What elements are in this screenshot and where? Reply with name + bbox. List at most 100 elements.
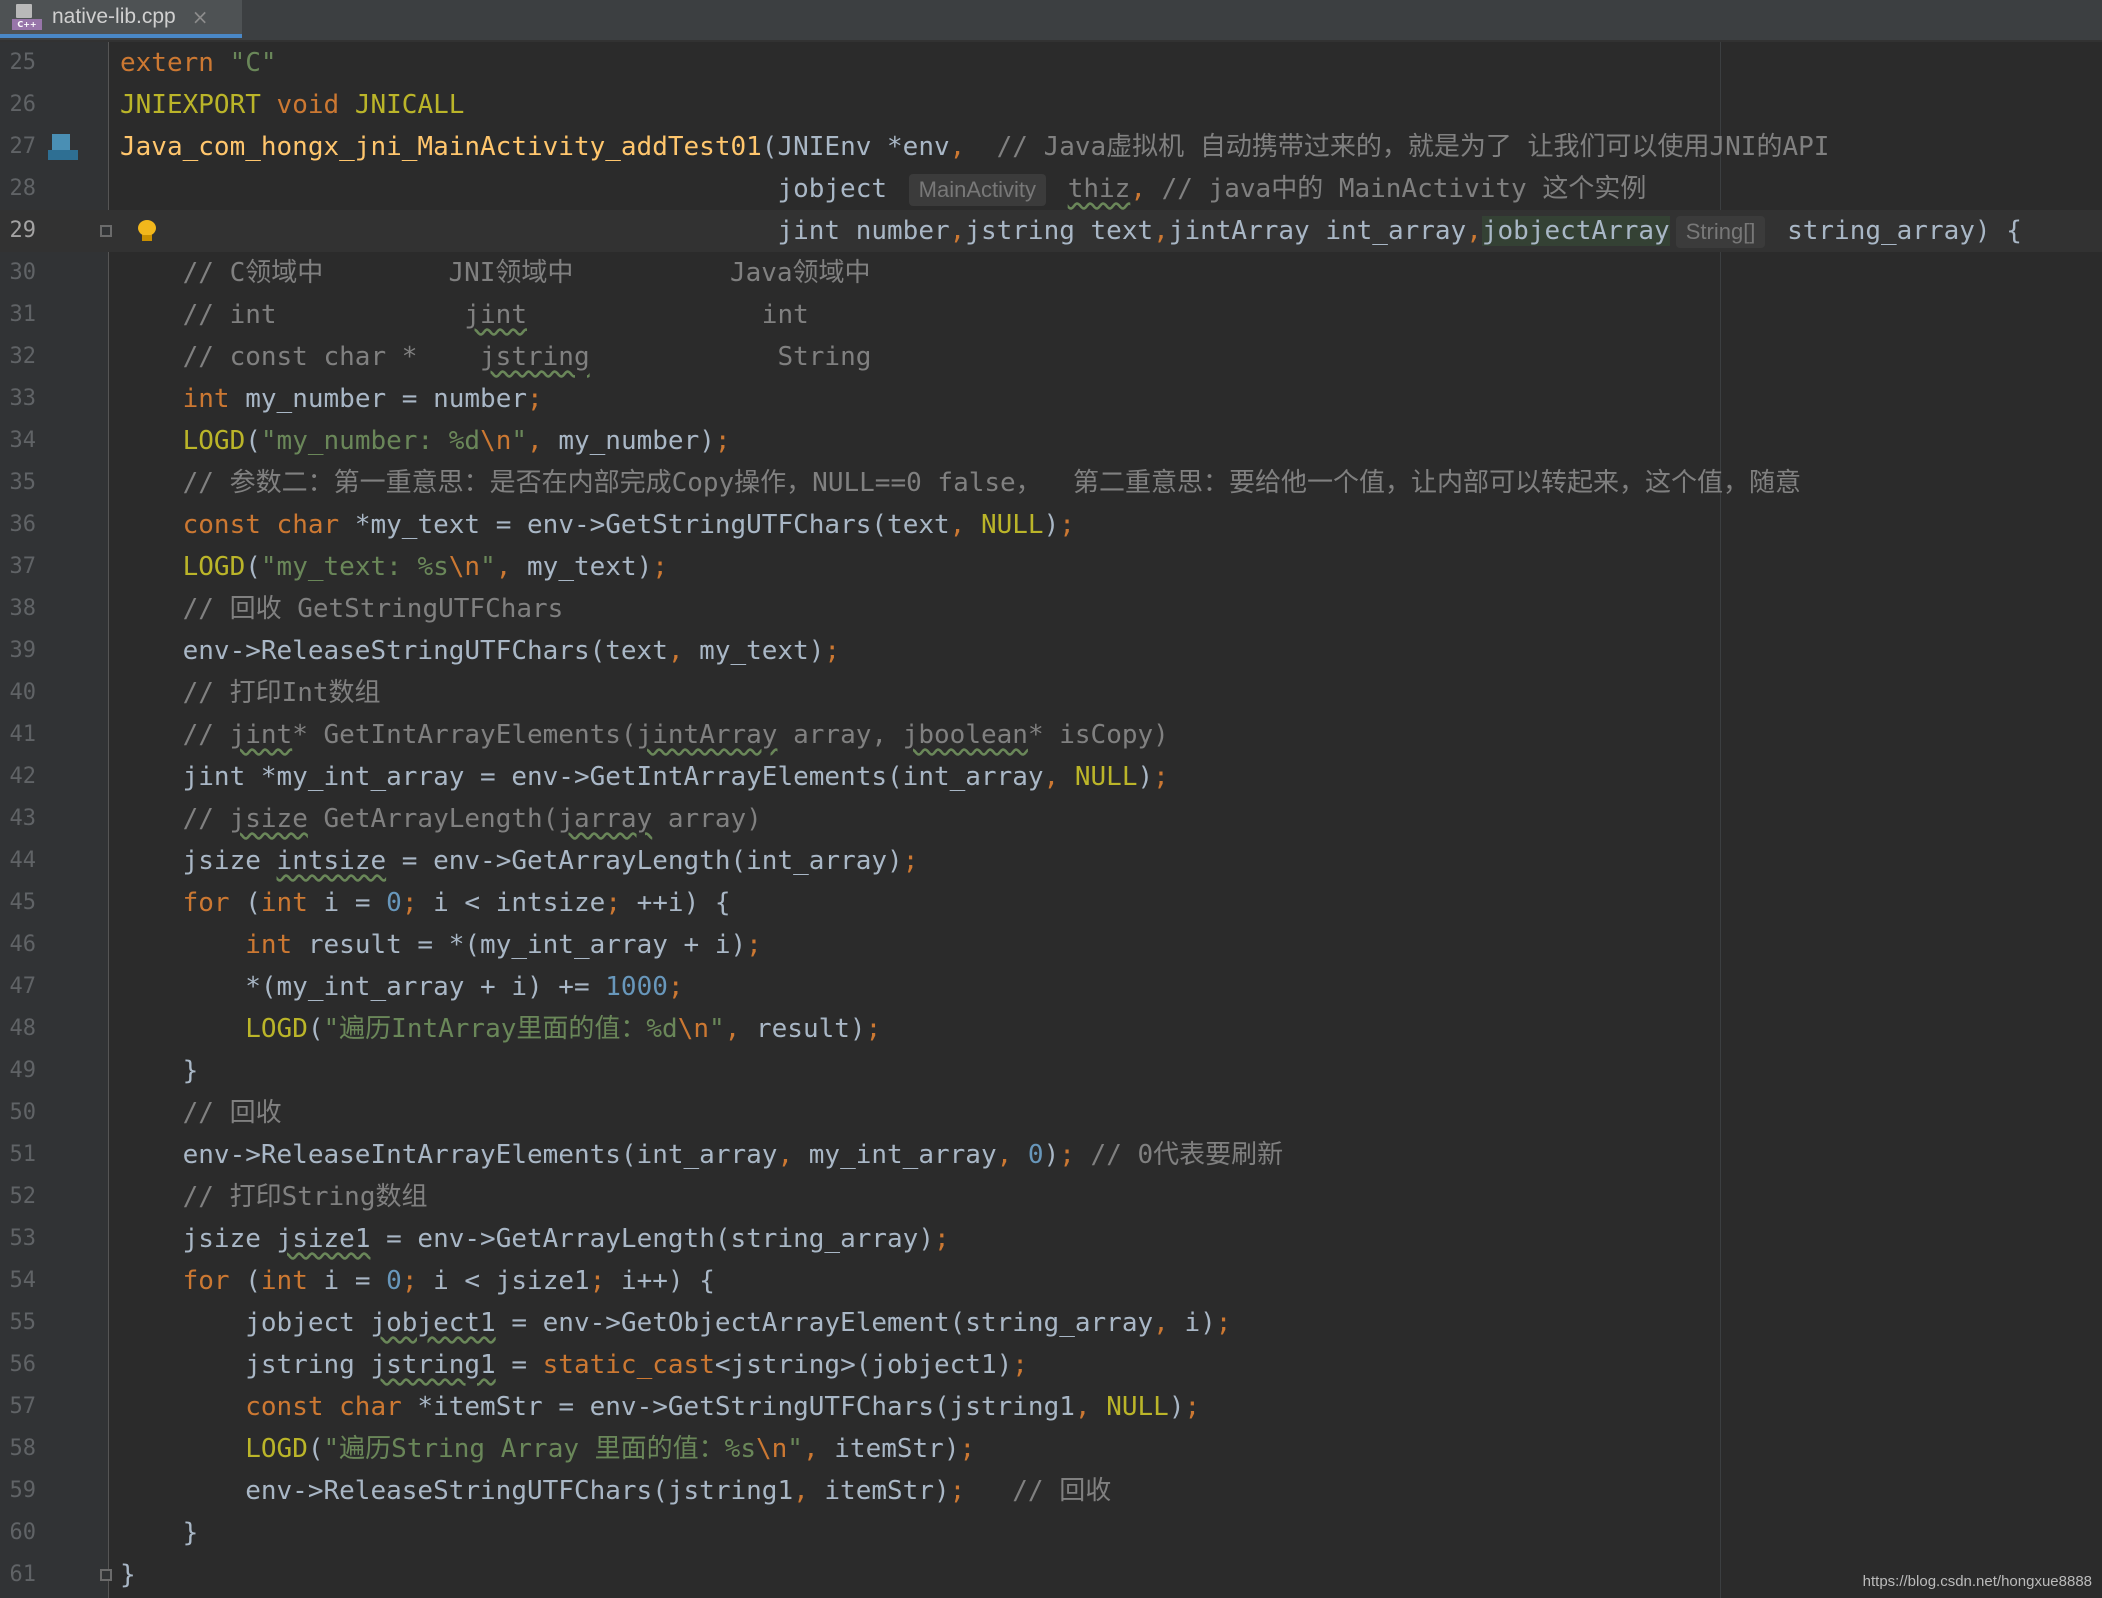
code-line-28[interactable]: 28 jobject MainActivity thiz, // java中的 …: [0, 168, 2102, 210]
code-text: jint *my_int_array = env->GetIntArrayEle…: [120, 756, 1169, 798]
code-token: // C领域中 JNI领域中 Java领域中: [120, 258, 871, 288]
code-line-46[interactable]: 46 int result = *(my_int_array + i);: [0, 924, 2102, 966]
code-line-56[interactable]: 56 jstring jstring1 = static_cast<jstrin…: [0, 1344, 2102, 1386]
code-line-49[interactable]: 49 }: [0, 1050, 2102, 1092]
code-text: jsize intsize = env->GetArrayLength(int_…: [120, 840, 919, 882]
line-number: 44: [9, 848, 37, 873]
line-number: 52: [9, 1184, 37, 1209]
code-line-34[interactable]: 34 LOGD("my_number: %d\n", my_number);: [0, 420, 2102, 462]
code-token: i < intsize: [417, 888, 606, 918]
code-token: "my_text: %s: [260, 552, 449, 582]
line-number: 55: [9, 1310, 37, 1335]
code-line-51[interactable]: 51 env->ReleaseIntArrayElements(int_arra…: [0, 1134, 2102, 1176]
code-line-47[interactable]: 47 *(my_int_array + i) += 1000;: [0, 966, 2102, 1008]
code-line-35[interactable]: 35 // 参数二：第一重意思：是否在内部完成Copy操作，NULL==0 fa…: [0, 462, 2102, 504]
code-text: for (int i = 0; i < jsize1; i++) {: [120, 1260, 715, 1302]
watermark: https://blog.csdn.net/hongxue8888: [1862, 1573, 2092, 1590]
code-token: // int: [120, 300, 465, 330]
code-line-52[interactable]: 52 // 打印String数组: [0, 1176, 2102, 1218]
code-line-44[interactable]: 44 jsize intsize = env->GetArrayLength(i…: [0, 840, 2102, 882]
code-token: array): [652, 804, 762, 834]
code-line-59[interactable]: 59 env->ReleaseStringUTFChars(jstring1, …: [0, 1470, 2102, 1512]
code-line-53[interactable]: 53 jsize jsize1 = env->GetArrayLength(st…: [0, 1218, 2102, 1260]
code-line-54[interactable]: 54 for (int i = 0; i < jsize1; i++) {: [0, 1260, 2102, 1302]
code-token: NULL: [980, 510, 1044, 540]
code-line-31[interactable]: 31 // int jint int: [0, 294, 2102, 336]
code-token: ,: [1043, 762, 1060, 792]
code-line-27[interactable]: 27 Java_com_hongx_jni_MainActivity_addTes…: [0, 126, 2102, 168]
code-line-55[interactable]: 55 jobject jobject1 = env->GetObjectArra…: [0, 1302, 2102, 1344]
code-line-40[interactable]: 40 // 打印Int数组: [0, 672, 2102, 714]
code-token: // 回收: [120, 1098, 282, 1128]
code-text: LOGD("遍历IntArray里面的值：%d\n", result);: [120, 1008, 881, 1050]
code-line-57[interactable]: 57 const char *itemStr = env->GetStringU…: [0, 1386, 2102, 1428]
code-token: ;: [1184, 1392, 1201, 1422]
line-number: 30: [9, 260, 37, 285]
code-token: int: [245, 930, 293, 960]
tab-native-lib-cpp[interactable]: C++ native-lib.cpp ×: [0, 0, 242, 38]
code-text: jobject MainActivity thiz, // java中的 Mai…: [120, 168, 1646, 210]
code-line-39[interactable]: 39 env->ReleaseStringUTFChars(text, my_t…: [0, 630, 2102, 672]
code-line-37[interactable]: 37 LOGD("my_text: %s\n", my_text);: [0, 546, 2102, 588]
code-text: // 回收 GetStringUTFChars: [120, 588, 564, 630]
code-line-30[interactable]: 30 // C领域中 JNI领域中 Java领域中: [0, 252, 2102, 294]
code-token: jarray: [558, 804, 653, 834]
code-token: const char: [182, 510, 340, 540]
code-line-48[interactable]: 48 LOGD("遍历IntArray里面的值：%d\n", result);: [0, 1008, 2102, 1050]
code-token: ,: [1153, 216, 1169, 246]
code-token: *my_text = env->GetStringUTFChars(text: [339, 510, 950, 540]
code-token: for: [182, 888, 230, 918]
code-text: // 打印Int数组: [120, 672, 381, 714]
code-line-42[interactable]: 42 jint *my_int_array = env->GetIntArray…: [0, 756, 2102, 798]
code-token: (: [245, 552, 261, 582]
code-editor[interactable]: 25 extern "C" 26 JNIEXPORT void JNICALL 27 Ja…: [0, 42, 2102, 1596]
code-line-45[interactable]: 45 for (int i = 0; i < intsize; ++i) {: [0, 882, 2102, 924]
code-token: ,: [793, 1476, 809, 1506]
code-text: const char *itemStr = env->GetStringUTFC…: [120, 1386, 1200, 1428]
line-number: 50: [9, 1100, 37, 1125]
code-token: ;: [1059, 510, 1075, 540]
code-line-41[interactable]: 41 // jint* GetIntArrayElements(jintArra…: [0, 714, 2102, 756]
code-token: extern: [120, 48, 214, 78]
code-line-33[interactable]: 33 int my_number = number;: [0, 378, 2102, 420]
line-number: 28: [9, 176, 37, 201]
code-token: ): [1168, 1392, 1185, 1422]
code-token: =: [495, 1350, 543, 1380]
line-number: 27: [9, 134, 37, 159]
code-line-38[interactable]: 38 // 回收 GetStringUTFChars: [0, 588, 2102, 630]
code-line-50[interactable]: 50 // 回收: [0, 1092, 2102, 1134]
code-text: // jsize GetArrayLength(jarray array): [120, 798, 762, 840]
code-token: = env->GetArrayLength(string_array): [370, 1224, 934, 1254]
fold-marker-icon[interactable]: [100, 225, 112, 237]
code-token: ): [1043, 1140, 1060, 1170]
code-token: ): [1043, 510, 1060, 540]
code-text: }: [120, 1554, 136, 1596]
code-line-43[interactable]: 43 // jsize GetArrayLength(jarray array): [0, 798, 2102, 840]
code-token: NULL: [1106, 1392, 1169, 1422]
lightbulb-icon[interactable]: [136, 220, 158, 242]
code-line-61[interactable]: 61}: [0, 1554, 2102, 1596]
code-token: // 打印Int数组: [120, 678, 381, 708]
close-icon[interactable]: ×: [192, 5, 209, 29]
code-token: jstring: [120, 1350, 371, 1380]
code-line-60[interactable]: 60 }: [0, 1512, 2102, 1554]
fold-marker-icon[interactable]: [100, 1569, 112, 1581]
code-token: ;: [902, 846, 919, 876]
code-token: my_int_array: [793, 1140, 997, 1170]
code-line-29[interactable]: 29 jint number,jstring text,jintArray in…: [0, 210, 2102, 252]
code-token: ": [709, 1014, 725, 1044]
code-text: jstring jstring1 = static_cast<jstring>(…: [120, 1344, 1028, 1386]
code-line-26[interactable]: 26 JNIEXPORT void JNICALL: [0, 84, 2102, 126]
code-line-32[interactable]: 32 // const char * jstring String: [0, 336, 2102, 378]
code-token: 0: [386, 1266, 402, 1296]
jni-method-icon[interactable]: [48, 134, 80, 160]
code-text: extern "C": [120, 42, 277, 84]
code-line-58[interactable]: 58 LOGD("遍历String Array 里面的值：%s\n", item…: [0, 1428, 2102, 1470]
code-line-25[interactable]: 25 extern "C": [0, 42, 2102, 84]
code-line-36[interactable]: 36 const char *my_text = env->GetStringU…: [0, 504, 2102, 546]
